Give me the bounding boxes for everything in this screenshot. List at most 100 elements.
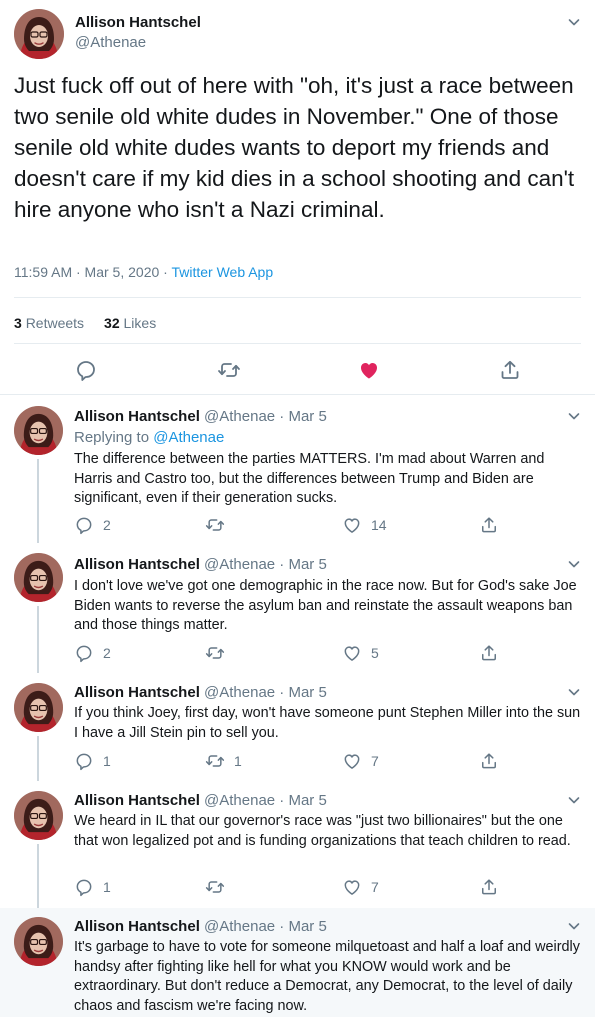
author-name[interactable]: Allison Hantschel xyxy=(74,408,200,425)
retweet-button[interactable]: 1 xyxy=(205,751,242,771)
thread-line xyxy=(37,844,39,908)
reply-header: Allison Hantschel @Athenae · Mar 5 xyxy=(74,684,327,701)
replying-to: Replying to @Athenae xyxy=(74,429,224,446)
retweet-arrows-icon xyxy=(205,643,225,663)
share-upload-icon[interactable] xyxy=(498,358,522,382)
reply-header: Allison Hantschel @Athenae · Mar 5 xyxy=(74,918,327,935)
retweet-button[interactable] xyxy=(205,515,234,535)
reply-button[interactable]: 2 xyxy=(74,515,111,535)
reply-tweet[interactable]: Allison Hantschel @Athenae · Mar 5 We he… xyxy=(0,781,595,908)
like-count: 7 xyxy=(371,753,379,769)
avatar[interactable] xyxy=(14,791,63,840)
retweets-count: 3 xyxy=(14,315,22,331)
tweet-meta: 11:59 AM · Mar 5, 2020 · Twitter Web App xyxy=(14,264,273,280)
retweets-label: Retweets xyxy=(25,315,85,331)
chevron-down-icon[interactable] xyxy=(566,408,582,424)
chevron-down-icon[interactable] xyxy=(566,792,582,808)
likes-stat[interactable]: 32 Likes xyxy=(104,315,156,331)
retweet-button[interactable] xyxy=(205,643,234,663)
reply-header: Allison Hantschel @Athenae · Mar 5 xyxy=(74,792,327,809)
author-name[interactable]: Allison Hantschel xyxy=(74,684,200,701)
divider xyxy=(14,343,581,344)
like-count: 14 xyxy=(371,517,387,533)
reply-header: Allison Hantschel @Athenae · Mar 5 xyxy=(74,556,327,573)
retweet-arrows-icon xyxy=(205,877,225,897)
like-count: 7 xyxy=(371,879,379,895)
reply-count: 1 xyxy=(103,753,111,769)
reply-header: Allison Hantschel @Athenae · Mar 5 xyxy=(74,408,327,425)
heart-icon[interactable] xyxy=(357,358,381,382)
share-button[interactable] xyxy=(479,877,499,897)
author-handle[interactable]: @Athenae xyxy=(75,34,146,51)
author-name[interactable]: Allison Hantschel xyxy=(75,14,201,31)
main-tweet-actions xyxy=(0,358,595,386)
like-count: 5 xyxy=(371,645,379,661)
handle-and-date[interactable]: @Athenae · Mar 5 xyxy=(204,684,327,701)
reply-button[interactable]: 2 xyxy=(74,643,111,663)
chevron-down-icon[interactable] xyxy=(566,684,582,700)
handle-and-date[interactable]: @Athenae · Mar 5 xyxy=(204,918,327,935)
likes-count: 32 xyxy=(104,315,120,331)
chevron-down-icon[interactable] xyxy=(566,918,582,934)
avatar-image xyxy=(14,553,63,602)
reply-count: 1 xyxy=(103,879,111,895)
reply-text: We heard in IL that our governor's race … xyxy=(74,813,571,849)
replying-to-label: Replying to xyxy=(74,429,154,446)
reply-tweet[interactable]: Allison Hantschel @Athenae · Mar 5 It's … xyxy=(0,908,595,1017)
share-upload-icon xyxy=(479,643,499,663)
divider xyxy=(14,297,581,298)
avatar-image xyxy=(14,917,63,966)
share-button[interactable] xyxy=(479,643,499,663)
chevron-down-icon[interactable] xyxy=(566,14,582,30)
avatar-image xyxy=(14,406,63,455)
like-button[interactable]: 14 xyxy=(342,515,387,535)
chevron-down-icon[interactable] xyxy=(566,556,582,572)
reply-text: I don't love we've got one demographic i… xyxy=(74,578,577,633)
share-button[interactable] xyxy=(479,751,499,771)
handle-and-date[interactable]: @Athenae · Mar 5 xyxy=(204,792,327,809)
retweet-count: 1 xyxy=(234,753,242,769)
tweet-timestamp[interactable]: 11:59 AM · Mar 5, 2020 · xyxy=(14,264,171,280)
avatar[interactable] xyxy=(14,406,63,455)
reply-button[interactable]: 1 xyxy=(74,877,111,897)
retweet-arrows-icon xyxy=(205,515,225,535)
reply-text: If you think Joey, first day, won't have… xyxy=(74,705,581,741)
retweets-stat[interactable]: 3 Retweets xyxy=(14,315,84,331)
heart-icon xyxy=(342,877,362,897)
reply-tweet[interactable]: Allison Hantschel @Athenae · Mar 5 If yo… xyxy=(0,673,595,781)
retweet-arrows-icon xyxy=(205,751,225,771)
author-name[interactable]: Allison Hantschel xyxy=(74,792,200,809)
speech-bubble-icon xyxy=(74,643,94,663)
author-name[interactable]: Allison Hantschel xyxy=(74,556,200,573)
like-button[interactable]: 7 xyxy=(342,751,379,771)
share-upload-icon xyxy=(479,877,499,897)
speech-bubble-icon xyxy=(74,877,94,897)
main-tweet: Allison Hantschel @Athenae Just fuck off… xyxy=(0,0,595,395)
like-button[interactable]: 7 xyxy=(342,877,379,897)
avatar[interactable] xyxy=(14,9,64,59)
reply-text: It's garbage to have to vote for someone… xyxy=(74,939,580,1014)
avatar[interactable] xyxy=(14,683,63,732)
reply-tweet[interactable]: Allison Hantschel @Athenae · Mar 5 I don… xyxy=(0,543,595,673)
avatar[interactable] xyxy=(14,553,63,602)
handle-and-date[interactable]: @Athenae · Mar 5 xyxy=(204,408,327,425)
reply-tweet[interactable]: Allison Hantschel @Athenae · Mar 5 Reply… xyxy=(0,396,595,543)
speech-bubble-icon[interactable] xyxy=(74,358,98,382)
heart-icon xyxy=(342,643,362,663)
replying-to-handle[interactable]: @Athenae xyxy=(153,429,224,446)
avatar[interactable] xyxy=(14,917,63,966)
retweet-button[interactable] xyxy=(205,877,234,897)
heart-icon xyxy=(342,751,362,771)
reply-count: 2 xyxy=(103,517,111,533)
reply-text: The difference between the parties MATTE… xyxy=(74,451,545,506)
reply-button[interactable]: 1 xyxy=(74,751,111,771)
tweet-text: Just fuck off out of here with "oh, it's… xyxy=(14,73,575,222)
handle-and-date[interactable]: @Athenae · Mar 5 xyxy=(204,556,327,573)
tweet-source-link[interactable]: Twitter Web App xyxy=(171,264,273,280)
reply-actions: 2 14 xyxy=(0,515,595,535)
share-button[interactable] xyxy=(479,515,499,535)
reply-actions: 2 5 xyxy=(0,643,595,663)
author-name[interactable]: Allison Hantschel xyxy=(74,918,200,935)
like-button[interactable]: 5 xyxy=(342,643,379,663)
retweet-arrows-icon[interactable] xyxy=(217,358,241,382)
